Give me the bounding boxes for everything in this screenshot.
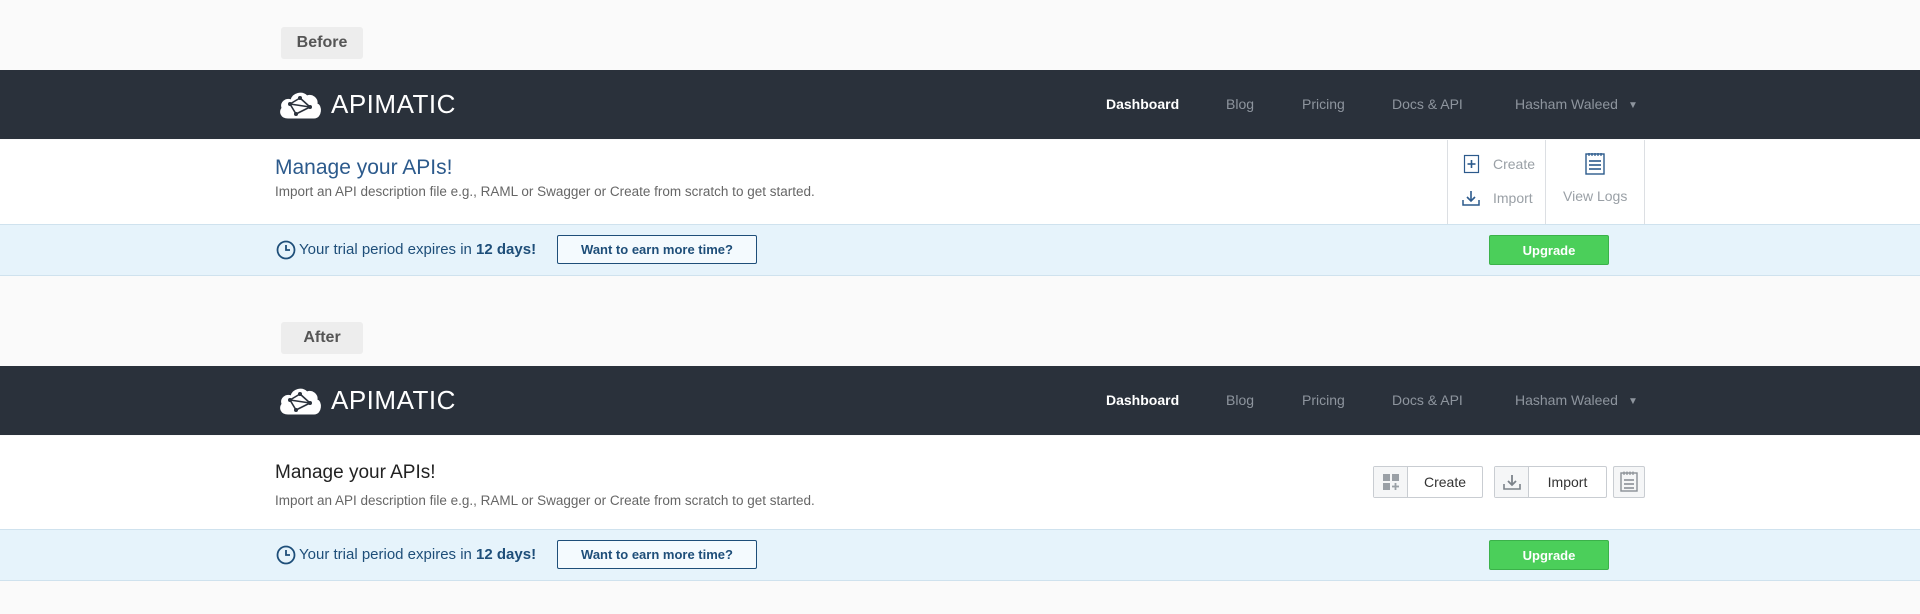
grid-add-icon [1374,467,1408,497]
import-label: Import [1493,190,1533,206]
trial-days: 12 days! [476,241,537,258]
page-subtitle: Import an API description file e.g., RAM… [275,493,815,508]
earn-more-time-button[interactable]: Want to earn more time? [557,540,757,569]
nav-blog[interactable]: Blog [1226,70,1254,139]
upgrade-button[interactable]: Upgrade [1489,540,1609,570]
nav-pricing[interactable]: Pricing [1302,366,1345,435]
nav-pricing[interactable]: Pricing [1302,70,1345,139]
caret-down-icon: ▼ [1627,396,1638,407]
brand-logo[interactable]: APIMATIC [278,383,456,417]
trial-days: 12 days! [476,546,537,563]
navbar-before: APIMATIC Dashboard Blog Pricing Docs & A… [0,70,1920,139]
clock-icon [276,240,296,260]
section-tag-before: Before [281,27,363,59]
trial-message: Your trial period expires in 12 days! [299,241,537,258]
nav-docs-api[interactable]: Docs & API [1392,70,1463,139]
user-menu[interactable]: Hasham Waleed ▼ [1515,70,1638,139]
create-button[interactable]: Create [1373,466,1483,498]
page-title: Manage your APIs! [275,462,436,483]
trial-bar-after: Your trial period expires in 12 days! Wa… [0,529,1920,581]
log-notepad-icon [1585,153,1605,175]
clock-icon [276,545,296,565]
view-logs-column[interactable]: View Logs [1545,140,1645,224]
page-subtitle: Import an API description file e.g., RAM… [275,184,815,199]
brand-name: APIMATIC [331,88,456,119]
upgrade-button[interactable]: Upgrade [1489,235,1609,265]
plus-icon [1463,154,1480,174]
import-button[interactable]: Import [1494,466,1607,498]
navbar-after: APIMATIC Dashboard Blog Pricing Docs & A… [0,366,1920,435]
create-label: Create [1493,156,1536,172]
nav-dashboard[interactable]: Dashboard [1106,70,1179,139]
create-label: Create [1423,474,1467,490]
view-logs-label: View Logs [1563,188,1628,204]
log-notepad-icon [1620,471,1638,492]
user-menu[interactable]: Hasham Waleed ▼ [1515,366,1638,435]
trial-bar-before: Your trial period expires in 12 days! Wa… [0,224,1920,276]
user-name: Hasham Waleed [1515,392,1618,408]
create-import-column: Create Import [1447,140,1545,224]
import-label: Import [1547,474,1588,490]
cloud-network-icon [280,388,321,415]
nav-dashboard[interactable]: Dashboard [1106,366,1179,435]
brand-logo[interactable]: APIMATIC [278,87,456,121]
download-icon [1495,467,1529,497]
view-logs-button[interactable] [1613,466,1645,498]
manage-panel-before: Manage your APIs! Import an API descript… [0,140,1920,225]
create-action[interactable]: Create [1461,154,1535,174]
nav-docs-api[interactable]: Docs & API [1392,366,1463,435]
section-tag-after: After [281,322,363,354]
earn-more-time-button[interactable]: Want to earn more time? [557,235,757,264]
caret-down-icon: ▼ [1627,100,1638,111]
manage-panel-after: Manage your APIs! Import an API descript… [0,436,1920,529]
import-action[interactable]: Import [1461,188,1533,208]
page-title: Manage your APIs! [275,156,453,179]
nav-blog[interactable]: Blog [1226,366,1254,435]
user-name: Hasham Waleed [1515,96,1618,112]
cloud-network-icon [280,92,321,119]
trial-message: Your trial period expires in 12 days! [299,546,537,563]
download-icon [1462,191,1480,206]
brand-name: APIMATIC [331,384,456,415]
